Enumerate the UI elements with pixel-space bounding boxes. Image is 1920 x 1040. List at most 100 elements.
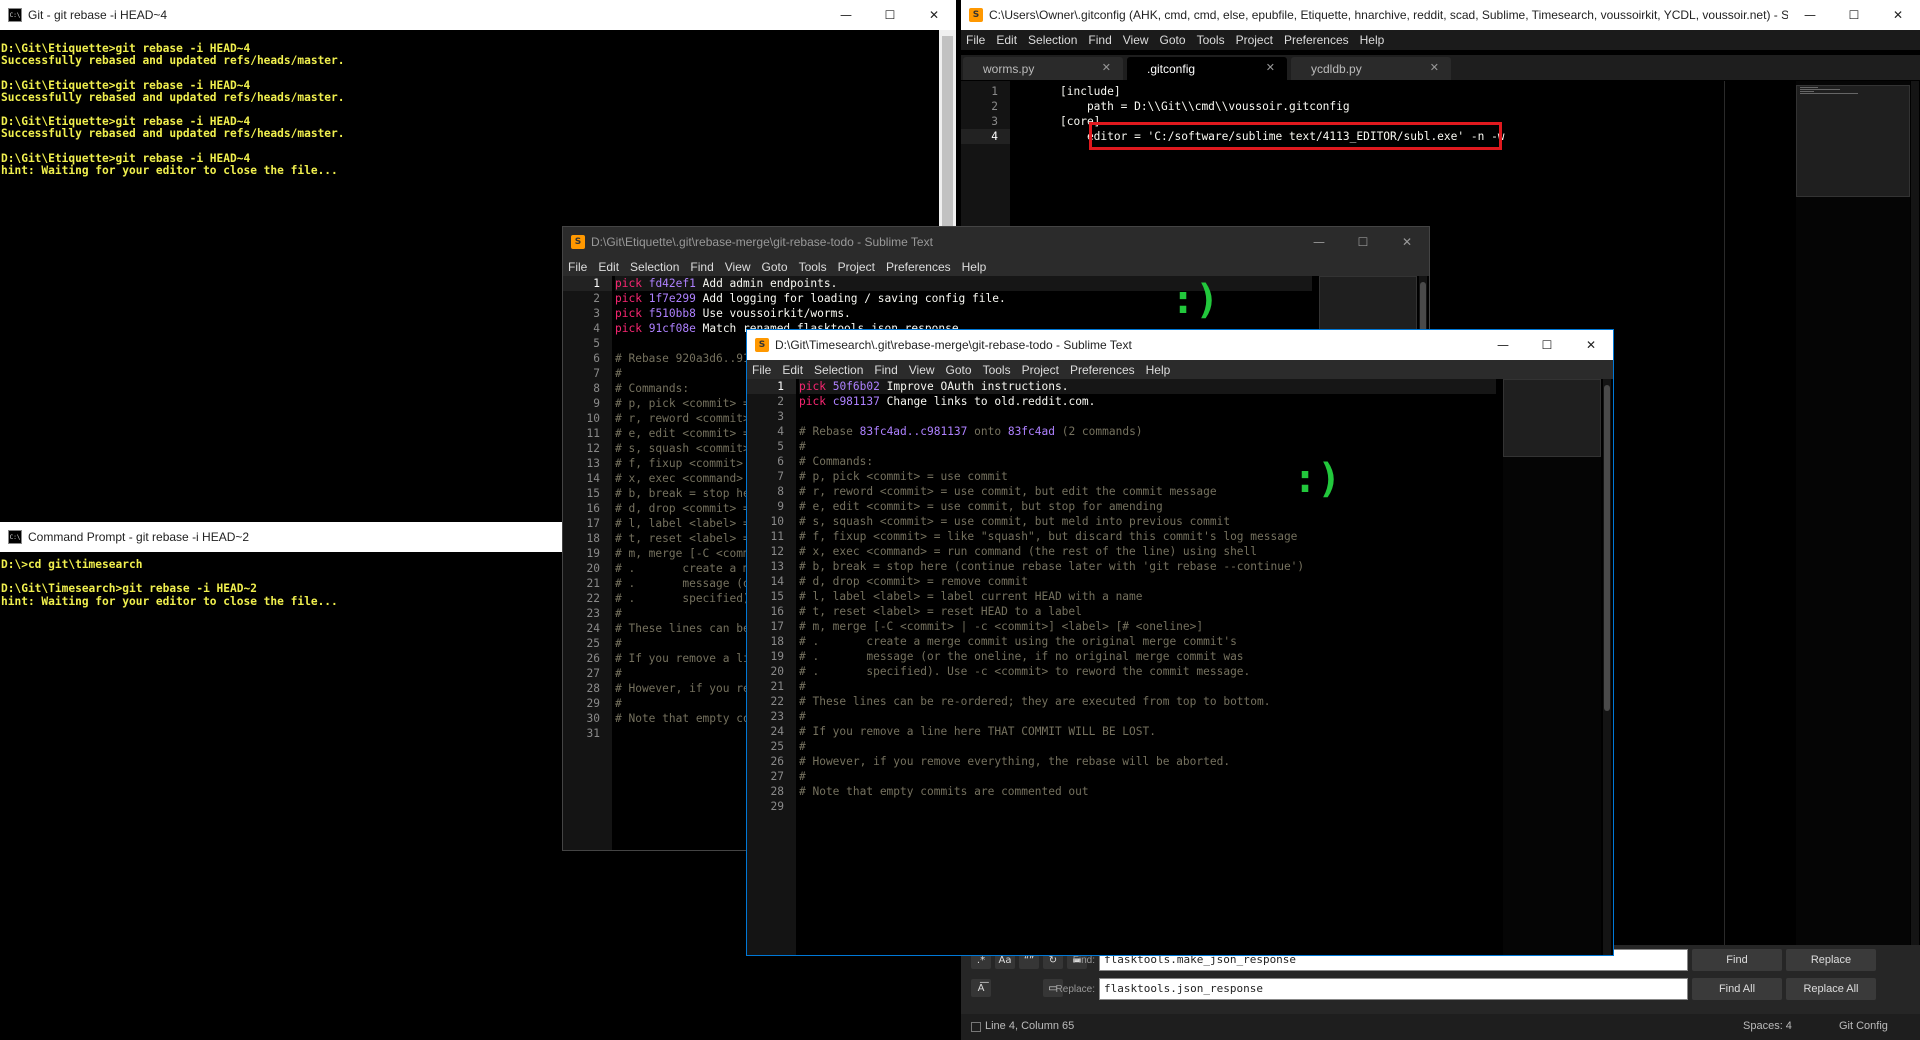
menu-item-tools[interactable]: Tools xyxy=(1197,33,1225,47)
minimize-button[interactable]: — xyxy=(1297,227,1341,257)
menu-item-tools[interactable]: Tools xyxy=(983,363,1011,377)
tab-ycdldb-py[interactable]: ycdldb.py ✕ xyxy=(1291,57,1451,80)
close-button[interactable]: ✕ xyxy=(1385,227,1429,257)
sublime-etiquette-titlebar[interactable]: S D:\Git\Etiquette\.git\rebase-merge\git… xyxy=(563,227,1429,257)
menu-item-project[interactable]: Project xyxy=(838,260,875,274)
cmd-timesearch-titlebar[interactable]: C:\ Command Prompt - git rebase -i HEAD~… xyxy=(0,522,564,552)
close-button[interactable]: ✕ xyxy=(1876,0,1920,30)
tab-close-icon[interactable]: ✕ xyxy=(1430,61,1439,74)
tab-gitconfig[interactable]: .gitconfig ✕ xyxy=(1127,57,1287,80)
sublime-main-titlebar[interactable]: S C:\Users\Owner\.gitconfig (AHK, cmd, c… xyxy=(961,0,1920,30)
preserve-case-toggle[interactable]: A͞ xyxy=(971,979,991,997)
panel-toggle-icon[interactable] xyxy=(971,1022,981,1032)
menu-item-file[interactable]: File xyxy=(752,363,771,377)
replace-all-button[interactable]: Replace All xyxy=(1786,978,1876,1000)
cmd-timesearch-output[interactable]: D:\>cd git\timesearch D:\Git\Timesearch>g… xyxy=(0,552,564,1040)
line-number: 28 xyxy=(586,682,600,695)
menu-item-find[interactable]: Find xyxy=(1088,33,1111,47)
line-number: 17 xyxy=(770,620,784,633)
find-button[interactable]: Find xyxy=(1692,949,1782,971)
minimap-line xyxy=(1800,87,1818,88)
tab-worms-py[interactable]: worms.py ✕ xyxy=(963,57,1123,80)
commit-message: Add admin endpoints. xyxy=(702,277,838,290)
console-line: D:\Git\Timesearch>git rebase -i HEAD~2 xyxy=(1,582,257,596)
menu-item-file[interactable]: File xyxy=(966,33,985,47)
sublime-timesearch-titlebar[interactable]: S D:\Git\Timesearch\.git\rebase-merge\gi… xyxy=(747,330,1613,360)
pick-line[interactable]: pick 50f6b02 Improve OAuth instructions. xyxy=(799,379,1496,394)
maximize-button[interactable]: ☐ xyxy=(1341,227,1385,257)
syntax-setting[interactable]: Git Config xyxy=(1839,1020,1888,1032)
code-line[interactable]: [include] xyxy=(1060,84,1810,99)
menu-item-view[interactable]: View xyxy=(909,363,935,377)
menu-item-find[interactable]: Find xyxy=(874,363,897,377)
sublime-timesearch-window[interactable]: S D:\Git\Timesearch\.git\rebase-merge\gi… xyxy=(746,329,1614,956)
minimize-button[interactable]: — xyxy=(1481,330,1525,360)
maximize-button[interactable]: ☐ xyxy=(1525,330,1569,360)
menu-item-preferences[interactable]: Preferences xyxy=(886,260,951,274)
minimap-viewport[interactable] xyxy=(1503,379,1601,457)
line-number: 11 xyxy=(770,530,784,543)
menu-item-edit[interactable]: Edit xyxy=(782,363,803,377)
tab-close-icon[interactable]: ✕ xyxy=(1102,61,1111,74)
close-button[interactable]: ✕ xyxy=(1569,330,1613,360)
replace-button[interactable]: Replace xyxy=(1786,949,1876,971)
maximize-button[interactable]: ☐ xyxy=(1832,0,1876,30)
menu-item-project[interactable]: Project xyxy=(1236,33,1273,47)
menu-item-selection[interactable]: Selection xyxy=(630,260,679,274)
gitconfig-scrollbar[interactable] xyxy=(1911,81,1919,945)
maximize-button[interactable]: ☐ xyxy=(868,0,912,30)
minimap[interactable] xyxy=(1796,81,1910,945)
minimap[interactable] xyxy=(1503,379,1601,955)
menu-item-find[interactable]: Find xyxy=(690,260,713,274)
close-button[interactable]: ✕ xyxy=(912,0,956,30)
line-number: 8 xyxy=(593,382,600,395)
timesearch-rebase-editor[interactable]: 1 2 3 4 5 6 7 8 9 10 11 12 13 14 15 16 17 18 19 20 21 22 23 24 2… xyxy=(747,379,1613,955)
menu-item-goto[interactable]: Goto xyxy=(1160,33,1186,47)
comment-line: # d, drop <commit> = remove commit xyxy=(799,575,1029,588)
menu-item-view[interactable]: View xyxy=(725,260,751,274)
menu-item-file[interactable]: File xyxy=(568,260,587,274)
menu-item-help[interactable]: Help xyxy=(1146,363,1171,377)
minimap-viewport[interactable] xyxy=(1796,85,1910,197)
tab-close-icon[interactable]: ✕ xyxy=(1266,61,1275,74)
minimize-button[interactable]: — xyxy=(1788,0,1832,30)
commit-message: Use voussoirkit/worms. xyxy=(702,307,851,320)
code-line[interactable]: path = D:\\Git\\cmd\\voussoir.gitconfig xyxy=(1060,99,1810,114)
menu-item-view[interactable]: View xyxy=(1123,33,1149,47)
comment-line: # b, break = stop here (continue rebase … xyxy=(799,560,1305,573)
menu-item-selection[interactable]: Selection xyxy=(814,363,863,377)
pick-line[interactable]: pick c981137 Change links to old.reddit.… xyxy=(799,394,1496,409)
rebase-prefix: # Rebase xyxy=(799,425,860,438)
menu-item-preferences[interactable]: Preferences xyxy=(1070,363,1135,377)
timesearch-scrollbar[interactable] xyxy=(1603,379,1611,955)
line-number: 23 xyxy=(586,607,600,620)
commit-hash: 1f7e299 xyxy=(648,292,696,305)
status-bar: Line 4, Column 65 Spaces: 4 Git Config xyxy=(961,1014,1920,1040)
menu-item-goto[interactable]: Goto xyxy=(946,363,972,377)
scroll-thumb[interactable] xyxy=(1604,385,1610,711)
cmd-etiquette-titlebar[interactable]: C:\ Git - git rebase -i HEAD~4 — ☐ ✕ xyxy=(0,0,956,30)
comment-line: # . create a merge commit using the orig… xyxy=(799,635,1237,648)
tab-label: .gitconfig xyxy=(1147,61,1196,76)
line-number: 2 xyxy=(593,292,600,305)
menu-item-selection[interactable]: Selection xyxy=(1028,33,1077,47)
menu-item-tools[interactable]: Tools xyxy=(799,260,827,274)
line-number: 8 xyxy=(777,485,784,498)
menu-item-edit[interactable]: Edit xyxy=(598,260,619,274)
indentation-setting[interactable]: Spaces: 4 xyxy=(1743,1020,1792,1032)
menu-item-help[interactable]: Help xyxy=(1360,33,1385,47)
minimize-button[interactable]: — xyxy=(824,0,868,30)
menu-item-goto[interactable]: Goto xyxy=(762,260,788,274)
find-all-button[interactable]: Find All xyxy=(1692,978,1782,1000)
timesearch-rebase-code[interactable]: pick 50f6b02 Improve OAuth instructions.… xyxy=(796,379,1496,814)
menu-item-help[interactable]: Help xyxy=(962,260,987,274)
menu-item-preferences[interactable]: Preferences xyxy=(1284,33,1349,47)
line-number: 13 xyxy=(586,457,600,470)
menu-item-project[interactable]: Project xyxy=(1022,363,1059,377)
replace-input[interactable]: flasktools.json_response xyxy=(1099,978,1688,1000)
sublime-etiquette-title: D:\Git\Etiquette\.git\rebase-merge\git-r… xyxy=(591,235,933,249)
menu-item-edit[interactable]: Edit xyxy=(996,33,1017,47)
line-number: 12 xyxy=(770,545,784,558)
cmd-window-timesearch[interactable]: C:\ Command Prompt - git rebase -i HEAD~… xyxy=(0,522,564,1040)
console-line: Successfully rebased and updated refs/he… xyxy=(1,90,345,104)
